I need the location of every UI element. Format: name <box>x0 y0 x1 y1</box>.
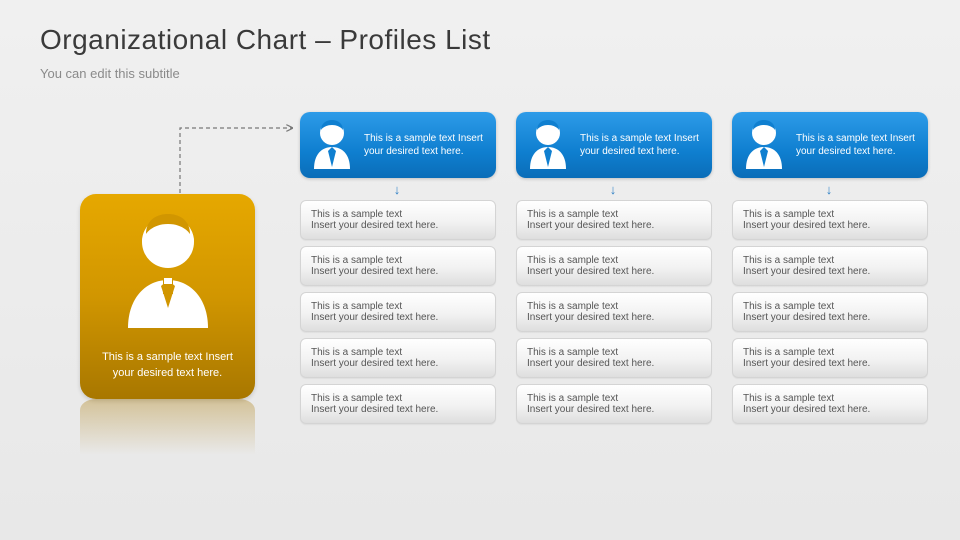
list-item-line2: Insert your desired text here. <box>527 266 701 277</box>
person-icon <box>740 117 788 174</box>
diagram-stage: This is a sample text Insert your desire… <box>0 112 960 540</box>
list-item: This is a sample textInsert your desired… <box>732 246 928 286</box>
list-item-line1: This is a sample text <box>311 209 485 220</box>
arrow-down-icon: ↓ <box>732 182 928 197</box>
main-card-reflection <box>80 399 255 469</box>
list-item: This is a sample textInsert your desired… <box>516 338 712 378</box>
list-item-line1: This is a sample text <box>311 301 485 312</box>
list-item: This is a sample textInsert your desired… <box>516 200 712 240</box>
list-item-line1: This is a sample text <box>311 393 485 404</box>
person-icon <box>113 208 223 333</box>
list-item-line1: This is a sample text <box>743 301 917 312</box>
column-head-card: This is a sample text Insert your desire… <box>516 112 712 178</box>
list-item-line1: This is a sample text <box>527 209 701 220</box>
page-title: Organizational Chart – Profiles List <box>40 24 920 56</box>
list-item-line1: This is a sample text <box>527 393 701 404</box>
list-item-line2: Insert your desired text here. <box>743 404 917 415</box>
list-item-line2: Insert your desired text here. <box>743 266 917 277</box>
list-item: This is a sample textInsert your desired… <box>300 338 496 378</box>
main-profile-text: This is a sample text Insert your desire… <box>92 350 243 381</box>
list-item-line1: This is a sample text <box>527 347 701 358</box>
list-item: This is a sample textInsert your desired… <box>516 384 712 424</box>
list-item: This is a sample textInsert your desired… <box>732 338 928 378</box>
list-item-line2: Insert your desired text here. <box>311 266 485 277</box>
list-item-line2: Insert your desired text here. <box>743 220 917 231</box>
list-item-line1: This is a sample text <box>311 255 485 266</box>
list-item-line1: This is a sample text <box>527 255 701 266</box>
column-head-card: This is a sample text Insert your desire… <box>732 112 928 178</box>
list-item-line1: This is a sample text <box>311 347 485 358</box>
column-1: This is a sample text Insert your desire… <box>300 112 496 430</box>
column-head-text: This is a sample text Insert your desire… <box>364 132 486 159</box>
list-item: This is a sample textInsert your desired… <box>300 246 496 286</box>
list-item-line2: Insert your desired text here. <box>311 220 485 231</box>
list-item: This is a sample textInsert your desired… <box>516 246 712 286</box>
list-item: This is a sample textInsert your desired… <box>300 200 496 240</box>
list-item-line2: Insert your desired text here. <box>527 358 701 369</box>
column-head-card: This is a sample text Insert your desire… <box>300 112 496 178</box>
arrow-down-icon: ↓ <box>300 182 496 197</box>
list-item-line2: Insert your desired text here. <box>527 312 701 323</box>
list-item: This is a sample textInsert your desired… <box>732 200 928 240</box>
arrow-down-icon: ↓ <box>516 182 712 197</box>
list-item-line2: Insert your desired text here. <box>311 312 485 323</box>
main-profile-card: This is a sample text Insert your desire… <box>80 194 255 399</box>
list-item-line1: This is a sample text <box>743 209 917 220</box>
column-head-text: This is a sample text Insert your desire… <box>796 132 918 159</box>
list-item-line2: Insert your desired text here. <box>743 312 917 323</box>
list-item: This is a sample textInsert your desired… <box>300 384 496 424</box>
list-item-line1: This is a sample text <box>527 301 701 312</box>
column-head-text: This is a sample text Insert your desire… <box>580 132 702 159</box>
header: Organizational Chart – Profiles List You… <box>0 0 960 81</box>
list-item: This is a sample textInsert your desired… <box>516 292 712 332</box>
page-subtitle: You can edit this subtitle <box>40 66 920 81</box>
list-item: This is a sample textInsert your desired… <box>732 384 928 424</box>
person-icon <box>524 117 572 174</box>
list-item: This is a sample textInsert your desired… <box>300 292 496 332</box>
list-item-line2: Insert your desired text here. <box>311 404 485 415</box>
list-item-line1: This is a sample text <box>743 255 917 266</box>
list-item-line1: This is a sample text <box>743 393 917 404</box>
list-item-line2: Insert your desired text here. <box>743 358 917 369</box>
person-icon <box>308 117 356 174</box>
list-item-line2: Insert your desired text here. <box>311 358 485 369</box>
list-item-line1: This is a sample text <box>743 347 917 358</box>
column-3: This is a sample text Insert your desire… <box>732 112 928 430</box>
list-item-line2: Insert your desired text here. <box>527 220 701 231</box>
list-item-line2: Insert your desired text here. <box>527 404 701 415</box>
column-2: This is a sample text Insert your desire… <box>516 112 712 430</box>
list-item: This is a sample textInsert your desired… <box>732 292 928 332</box>
